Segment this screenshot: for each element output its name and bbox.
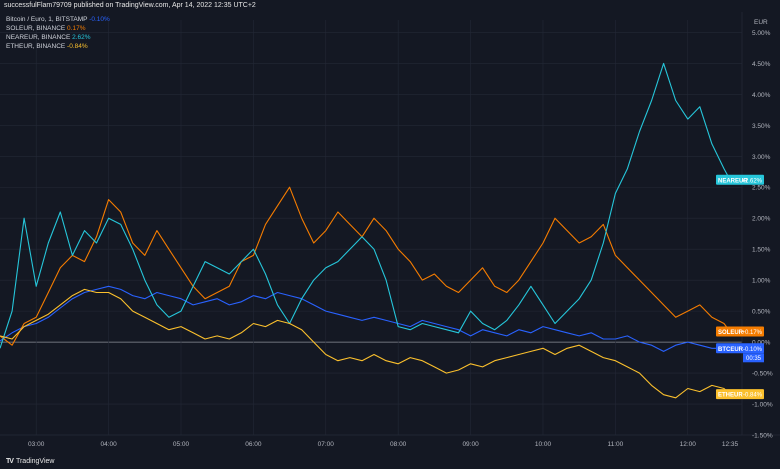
x-tick-label: 08:00	[390, 441, 407, 448]
y-tick-label: 1.00%	[752, 278, 771, 285]
y-tick-label: -0.50%	[752, 371, 773, 378]
x-tick-label: 09:00	[462, 441, 479, 448]
last-value-text: +2.62%	[741, 178, 762, 184]
y-tick-label: -1.00%	[752, 402, 773, 409]
legend-value: 0.17%	[67, 25, 86, 32]
axis-unit-label: EUR	[754, 19, 768, 26]
legend-name: SOLEUR, BINANCE	[6, 25, 67, 32]
last-value-text: -0.84%	[743, 393, 763, 399]
legend-value: 2.62%	[72, 34, 91, 41]
legend-name: ETHEUR, BINANCE	[6, 43, 67, 50]
series-line-btc	[0, 285, 730, 352]
series-line-near	[0, 62, 731, 349]
legend-name: NEAREUR, BINANCE	[6, 34, 72, 41]
series-layer	[0, 62, 731, 399]
x-tick-label: 07:00	[318, 441, 335, 448]
x-tick-label: 06:00	[245, 441, 262, 448]
last-value-symbol: SOLEUR	[718, 330, 744, 336]
chart-publish-info: successfulFlam79709 published on Trading…	[4, 2, 256, 9]
legend-entry-sol: SOLEUR, BINANCE 0.17%	[6, 25, 86, 32]
y-tick-label: 5.00%	[752, 30, 771, 37]
y-tick-label: -1.50%	[752, 433, 773, 440]
legend-entry-eth: ETHEUR, BINANCE -0.84%	[6, 43, 88, 50]
y-tick-label: 4.50%	[752, 61, 771, 68]
tradingview-logo-text: TradingView	[15, 458, 55, 465]
tradingview-logo-icon: TV	[6, 458, 14, 465]
y-tick-label: 3.00%	[752, 154, 771, 161]
y-tick-label: 4.00%	[752, 92, 771, 99]
x-tick-label: 12:00	[680, 441, 697, 448]
legend-entry-btc: Bitcoin / Euro, 1, BITSTAMP -0.10%	[6, 16, 110, 23]
last-value-labels: BTCEUR -0.10%00:35SOLEUR+0.17%NEAREUR+2.6…	[716, 174, 764, 400]
y-tick-label: 2.50%	[752, 185, 771, 192]
x-tick-label: 03:00	[28, 441, 45, 448]
x-tick-label: 10:00	[535, 441, 552, 448]
x-tick-label: 12:35	[722, 441, 739, 448]
y-tick-label: 2.00%	[752, 216, 771, 223]
legend-entry-near: NEAREUR, BINANCE 2.62%	[6, 34, 91, 41]
legend-name: Bitcoin / Euro, 1, BITSTAMP	[6, 16, 89, 23]
last-value-symbol: ETHEUR	[718, 393, 743, 399]
x-tick-label: 11:00	[607, 441, 623, 448]
grid-layer	[0, 12, 780, 436]
last-value-text: -0.10%	[743, 347, 763, 353]
price-axis[interactable]: -1.50%-1.00%-0.50%0.00%0.50%1.00%1.50%2.…	[752, 19, 773, 440]
legend: Bitcoin / Euro, 1, BITSTAMP -0.10%SOLEUR…	[6, 16, 110, 50]
x-tick-label: 04:00	[100, 441, 117, 448]
series-line-sol	[0, 186, 731, 346]
series-line-eth	[0, 288, 731, 399]
y-tick-label: 1.50%	[752, 247, 771, 254]
bar-countdown-text: 00:35	[746, 356, 762, 362]
legend-value: -0.10%	[89, 16, 110, 23]
legend-value: -0.84%	[67, 43, 88, 50]
time-axis[interactable]: 03:00 04:00 05:00 06:00 07:00 08:00 09:00 10:00…	[28, 441, 738, 448]
y-tick-label: 3.50%	[752, 123, 771, 130]
x-tick-label: 05:00	[173, 441, 190, 448]
tradingview-branding: TV TradingView	[0, 455, 780, 469]
comparison-line-chart[interactable]: -1.50%-1.00%-0.50%0.00%0.50%1.00%1.50%2.…	[0, 12, 780, 455]
y-tick-label: 0.50%	[752, 309, 771, 316]
last-value-text: +0.17%	[741, 330, 762, 336]
last-value-symbol: BTCEUR	[718, 347, 744, 353]
